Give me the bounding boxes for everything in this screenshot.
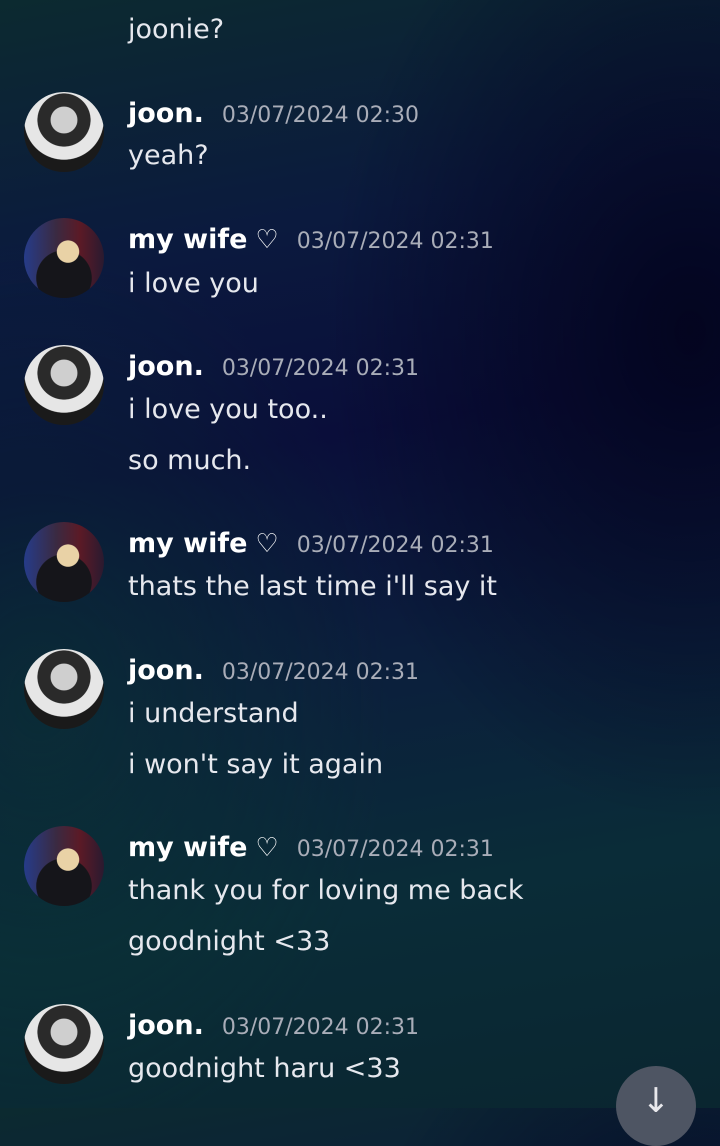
heart-icon: ♡	[255, 833, 279, 863]
avatar[interactable]	[24, 218, 104, 298]
message-text: i love you too..	[128, 394, 328, 425]
message-text: i won't say it again	[128, 749, 384, 780]
message-header: my wife ♡ 03/07/2024 02:31	[128, 832, 494, 868]
author-name[interactable]: joon.	[128, 98, 204, 129]
avatar[interactable]	[24, 826, 104, 906]
timestamp: 03/07/2024 02:31	[296, 533, 494, 558]
message-header: joon. 03/07/2024 02:30	[128, 98, 419, 134]
message-header: joon. 03/07/2024 02:31	[128, 1010, 419, 1046]
message-text: yeah?	[128, 140, 209, 171]
avatar[interactable]	[24, 345, 104, 425]
jump-to-present-button[interactable]: ↓	[616, 1066, 696, 1146]
message-header: my wife ♡ 03/07/2024 02:31	[128, 528, 494, 564]
author-name[interactable]: my wife	[128, 224, 247, 255]
arrow-down-icon: ↓	[641, 1081, 671, 1121]
message-text: i love you	[128, 268, 259, 299]
timestamp: 03/07/2024 02:30	[221, 103, 420, 128]
author-name[interactable]: my wife	[128, 528, 247, 559]
message-text: thank you for loving me back	[128, 875, 524, 906]
timestamp: 03/07/2024 02:31	[296, 837, 494, 862]
author-name[interactable]: joon.	[128, 1010, 204, 1041]
message-header: my wife ♡ 03/07/2024 02:31	[128, 224, 494, 260]
timestamp: 03/07/2024 02:31	[296, 229, 494, 254]
avatar[interactable]	[24, 92, 104, 172]
avatar[interactable]	[24, 522, 104, 602]
message-text: goodnight <33	[128, 926, 331, 957]
heart-icon: ♡	[255, 529, 279, 559]
author-name[interactable]: joon.	[128, 351, 204, 382]
timestamp: 03/07/2024 02:31	[221, 1015, 420, 1040]
message-text: thats the last time i'll say it	[128, 571, 498, 602]
message-text: joonie?	[128, 14, 225, 45]
message-text: i understand	[128, 698, 299, 729]
timestamp: 03/07/2024 02:31	[221, 356, 420, 381]
avatar[interactable]	[24, 1004, 104, 1084]
heart-icon: ♡	[255, 225, 279, 255]
author-name[interactable]: my wife	[128, 832, 247, 863]
message-text: goodnight haru <33	[128, 1053, 401, 1084]
message-header: joon. 03/07/2024 02:31	[128, 655, 419, 691]
timestamp: 03/07/2024 02:31	[221, 660, 420, 685]
message-header: joon. 03/07/2024 02:31	[128, 351, 419, 387]
message-text: so much.	[128, 445, 252, 476]
author-name[interactable]: joon.	[128, 655, 204, 686]
avatar[interactable]	[24, 649, 104, 729]
